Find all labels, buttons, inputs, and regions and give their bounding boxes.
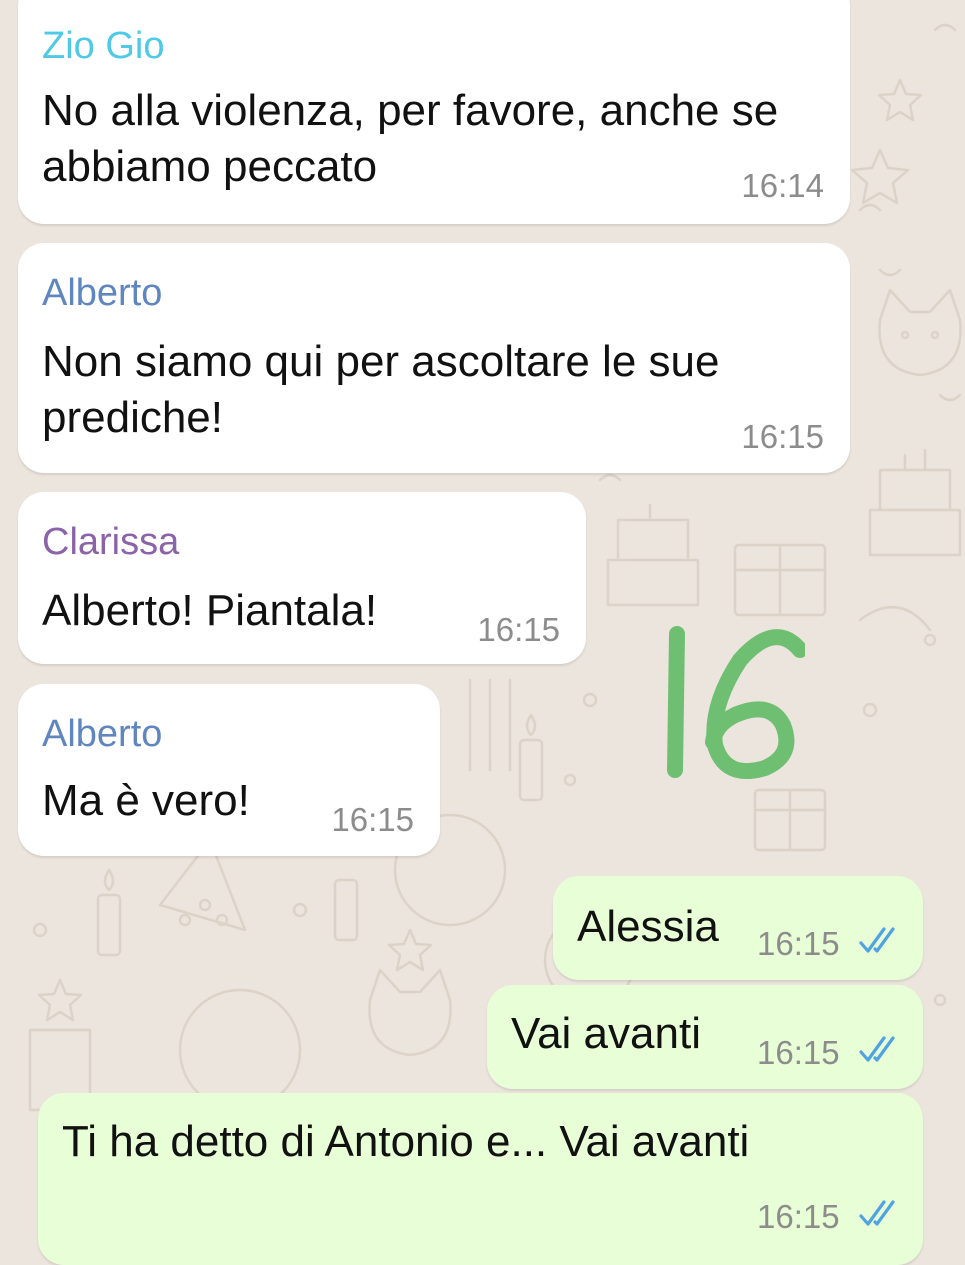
message-bubble-incoming[interactable]: Clarissa Alberto! Piantala! 16:15 — [18, 492, 586, 664]
double-check-read-icon — [859, 1200, 895, 1226]
message-text-line: prediche! — [42, 393, 224, 442]
message-timestamp: 16:15 — [757, 1034, 840, 1071]
message-sender-name[interactable]: Zio Gio — [42, 26, 164, 66]
message-timestamp: 16:14 — [741, 167, 824, 204]
message-text-line: Non siamo qui per ascoltare le sue — [42, 337, 720, 386]
double-check-read-icon — [859, 1036, 895, 1062]
message-bubble-outgoing[interactable]: Alessia 16:15 — [553, 876, 923, 980]
message-sender-name[interactable]: Alberto — [42, 273, 162, 313]
message-bubble-outgoing[interactable]: Vai avanti 16:15 — [487, 985, 923, 1089]
message-text-line: abbiamo peccato — [42, 142, 378, 191]
message-timestamp: 16:15 — [477, 611, 560, 648]
double-check-read-icon — [859, 927, 895, 953]
handwritten-number-overlay — [667, 626, 805, 780]
message-text-line: Alberto! Piantala! — [42, 586, 378, 635]
message-bubble-incoming[interactable]: Alberto Non siamo qui per ascoltare le s… — [18, 243, 850, 473]
message-text-line: Ma è vero! — [42, 776, 250, 825]
message-text-line: Alessia — [577, 902, 719, 951]
message-text-line: Ti ha detto di Antonio e... Vai avanti — [62, 1117, 750, 1166]
message-text-line: No alla violenza, per favore, anche se — [42, 86, 779, 135]
message-timestamp: 16:15 — [757, 925, 840, 962]
message-sender-name[interactable]: Clarissa — [42, 522, 179, 562]
message-text-line: Vai avanti — [511, 1009, 701, 1058]
message-bubble-incoming[interactable]: Alberto Ma è vero! 16:15 — [18, 684, 440, 856]
message-timestamp: 16:15 — [741, 418, 824, 455]
message-timestamp: 16:15 — [757, 1198, 840, 1235]
message-sender-name[interactable]: Alberto — [42, 714, 162, 754]
message-bubble-incoming[interactable]: Zio Gio No alla violenza, per favore, an… — [18, 0, 850, 224]
message-timestamp: 16:15 — [331, 801, 414, 838]
message-bubble-outgoing[interactable]: Ti ha detto di Antonio e... Vai avanti 1… — [38, 1093, 923, 1265]
